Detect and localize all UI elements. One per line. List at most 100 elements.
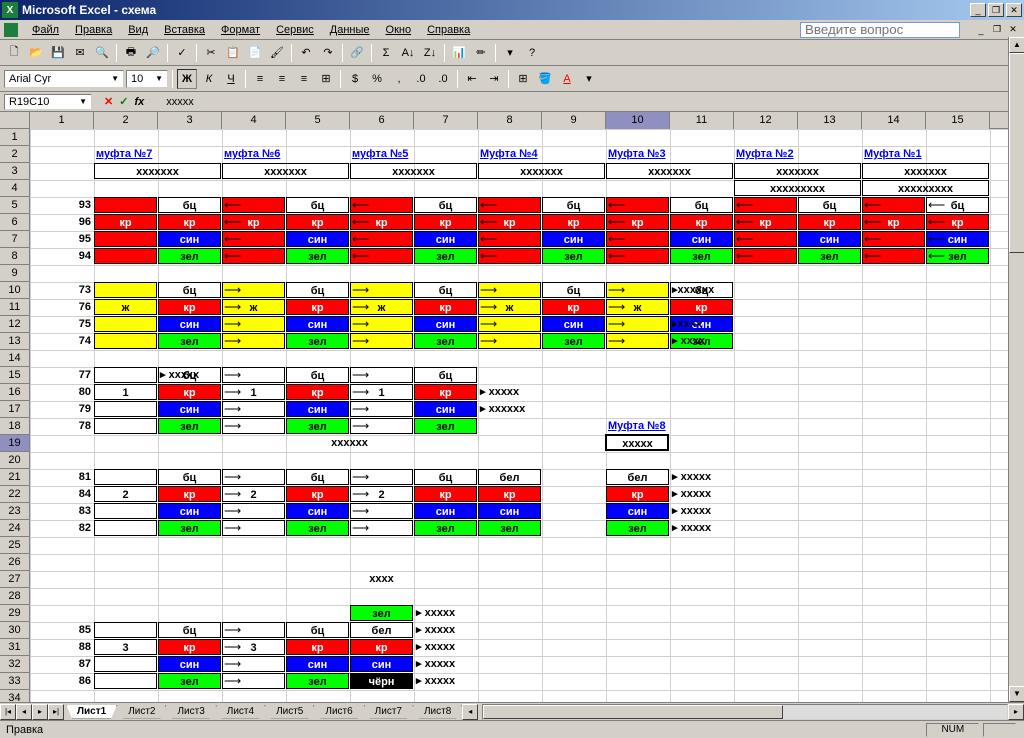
paste-icon[interactable]: 📄: [245, 43, 265, 63]
block-cell[interactable]: кр: [286, 214, 349, 230]
block-left[interactable]: [94, 418, 157, 434]
tab-nav-prev[interactable]: ◂: [16, 704, 32, 720]
row-header[interactable]: 18: [0, 418, 29, 435]
doc-minimize-button[interactable]: _: [974, 24, 988, 36]
mid-label[interactable]: хххххх: [286, 435, 413, 451]
block-cell[interactable]: зел: [414, 418, 477, 434]
column-header[interactable]: 5: [286, 112, 350, 129]
row-number[interactable]: 76: [30, 299, 93, 315]
column-header[interactable]: 15: [926, 112, 990, 129]
block-cell[interactable]: зел: [414, 520, 477, 536]
block-cell[interactable]: бц: [414, 469, 477, 485]
tab-nav-next[interactable]: ▸: [32, 704, 48, 720]
block-cell[interactable]: син: [414, 231, 477, 247]
row-header[interactable]: 29: [0, 605, 29, 622]
block-left[interactable]: [94, 197, 157, 213]
align-right-icon[interactable]: ≡: [294, 69, 314, 89]
row-number[interactable]: 79: [30, 401, 93, 417]
column-header[interactable]: 13: [798, 112, 862, 129]
tab-nav-first[interactable]: |◂: [0, 704, 16, 720]
scroll-up-button[interactable]: ▲: [1009, 37, 1024, 53]
sheet-tab[interactable]: Лист1: [66, 705, 117, 719]
row-header[interactable]: 21: [0, 469, 29, 486]
row-number[interactable]: 73: [30, 282, 93, 298]
sheet-tab[interactable]: Лист2: [117, 705, 166, 719]
align-center-icon[interactable]: ≡: [272, 69, 292, 89]
out-label[interactable]: ▸ ххххх: [478, 384, 541, 400]
out-label[interactable]: ▸ ххххх: [414, 605, 477, 621]
row-header[interactable]: 17: [0, 401, 29, 418]
out-label[interactable]: ▸хххх: [670, 316, 733, 332]
coupling-link[interactable]: муфта №5: [350, 146, 477, 162]
out-label[interactable]: ▸ ххххх: [670, 469, 733, 485]
column-header[interactable]: 12: [734, 112, 798, 129]
drawing-icon[interactable]: ✏: [471, 43, 491, 63]
block-left[interactable]: [94, 622, 157, 638]
block-cell[interactable]: зел: [542, 333, 605, 349]
decimal-dec-icon[interactable]: .0: [433, 69, 453, 89]
block-num[interactable]: 1: [94, 384, 157, 400]
out-label[interactable]: ▸ ххххх: [414, 639, 477, 655]
coupling-link[interactable]: Муфта №1: [862, 146, 989, 162]
app-icon[interactable]: [4, 23, 18, 37]
block-cell[interactable]: бц: [158, 622, 221, 638]
block-cell[interactable]: зел: [606, 520, 669, 536]
block-cell[interactable]: кр: [670, 214, 733, 230]
block-cell[interactable]: бел: [478, 469, 541, 485]
block-left[interactable]: кр: [94, 214, 157, 230]
block-left[interactable]: ж: [94, 299, 157, 315]
coupling-label[interactable]: xxxxxxx: [94, 163, 221, 179]
search-icon[interactable]: 🔍: [92, 43, 112, 63]
row-header[interactable]: 31: [0, 639, 29, 656]
block-cell[interactable]: кр: [670, 299, 733, 315]
block-cell[interactable]: бц: [158, 469, 221, 485]
block-left[interactable]: [94, 282, 157, 298]
row-number[interactable]: 74: [30, 333, 93, 349]
row-header[interactable]: 26: [0, 554, 29, 571]
underline-button[interactable]: Ч: [221, 69, 241, 89]
block-num[interactable]: 3: [94, 639, 157, 655]
block-cell[interactable]: бц: [286, 367, 349, 383]
menu-tools[interactable]: Сервис: [268, 22, 322, 38]
block-cell[interactable]: бц: [286, 197, 349, 213]
row-number[interactable]: 84: [30, 486, 93, 502]
row-header[interactable]: 27: [0, 571, 29, 588]
column-header[interactable]: 6: [350, 112, 414, 129]
open-icon[interactable]: 📂: [26, 43, 46, 63]
block-cell[interactable]: бц: [158, 197, 221, 213]
block-cell[interactable]: кр: [606, 486, 669, 502]
coupling-label[interactable]: xxxxxxx: [350, 163, 477, 179]
undo-icon[interactable]: ↶: [296, 43, 316, 63]
row-header[interactable]: 6: [0, 214, 29, 231]
block-cell[interactable]: кр: [414, 299, 477, 315]
block-cell[interactable]: бц: [414, 282, 477, 298]
block-cell[interactable]: син: [798, 231, 861, 247]
mid-label[interactable]: хххх: [350, 571, 413, 587]
row-header[interactable]: 25: [0, 537, 29, 554]
sum-icon[interactable]: Σ: [376, 43, 396, 63]
block-cell[interactable]: зел: [478, 520, 541, 536]
block-cell[interactable]: кр: [158, 486, 221, 502]
row-number[interactable]: 75: [30, 316, 93, 332]
row-header[interactable]: 10: [0, 282, 29, 299]
zoom-dropdown[interactable]: ▾: [500, 43, 520, 63]
block-cell[interactable]: син: [478, 503, 541, 519]
block-cell[interactable]: бел: [606, 469, 669, 485]
block-cell[interactable]: зел: [414, 333, 477, 349]
row-number[interactable]: 87: [30, 656, 93, 672]
column-header[interactable]: 4: [222, 112, 286, 129]
block-cell[interactable]: син: [606, 503, 669, 519]
row-header[interactable]: 4: [0, 180, 29, 197]
row-header[interactable]: 8: [0, 248, 29, 265]
block-cell[interactable]: кр: [414, 214, 477, 230]
minimize-button[interactable]: _: [970, 3, 986, 17]
block-cell[interactable]: зел: [542, 248, 605, 264]
copy-icon[interactable]: 📋: [223, 43, 243, 63]
sheet-tab[interactable]: Лист5: [265, 705, 314, 719]
font-name-select[interactable]: Arial Cyr▼: [4, 70, 124, 88]
column-header[interactable]: 1: [30, 112, 94, 129]
column-header[interactable]: 7: [414, 112, 478, 129]
coupling-link[interactable]: муфта №7: [94, 146, 221, 162]
select-all-corner[interactable]: [0, 112, 30, 129]
column-header[interactable]: 10: [606, 112, 670, 129]
